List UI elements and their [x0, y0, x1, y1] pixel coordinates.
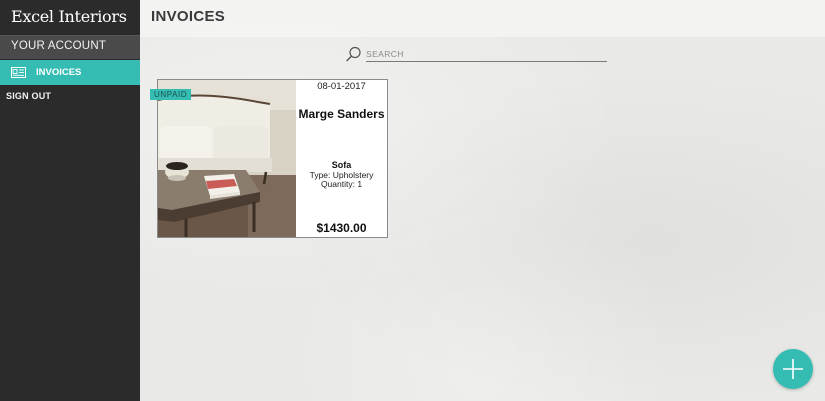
invoice-amount: $1430.00: [316, 221, 367, 235]
brand-logo[interactable]: Excel Interiors: [0, 0, 140, 36]
search-bar: [346, 46, 607, 62]
customer-name: Marge Sanders: [298, 107, 385, 121]
main-content: INVOICES SEARCH UNPAID 08-01-2017 Marge …: [140, 0, 825, 401]
sidebar-item-invoices[interactable]: INVOICES: [0, 60, 140, 85]
sidebar: Excel Interiors YOUR ACCOUNT INVOICES SI…: [0, 0, 140, 401]
add-invoice-button[interactable]: [773, 349, 813, 389]
invoice-icon: [11, 67, 26, 78]
invoice-details: 08-01-2017 Marge Sanders Sofa Type: Upho…: [296, 80, 387, 237]
plus-icon: [783, 359, 803, 379]
item-name: Sofa: [331, 160, 352, 170]
sign-out-link[interactable]: SIGN OUT: [0, 85, 140, 101]
search-input[interactable]: [366, 47, 607, 62]
search-icon[interactable]: [346, 46, 362, 62]
invoice-item-photo: [158, 80, 296, 237]
header-bar: INVOICES: [140, 0, 825, 37]
page-title: INVOICES: [151, 8, 226, 25]
status-badge: UNPAID: [150, 89, 192, 100]
invoice-card[interactable]: UNPAID 08-01-2017 Marge Sanders Sofa Typ…: [150, 79, 388, 238]
item-quantity: Quantity: 1: [320, 179, 363, 189]
sidebar-item-label: INVOICES: [36, 67, 82, 78]
invoice-date: 08-01-2017: [317, 81, 366, 92]
sidebar-item-your-account[interactable]: YOUR ACCOUNT: [0, 36, 140, 59]
